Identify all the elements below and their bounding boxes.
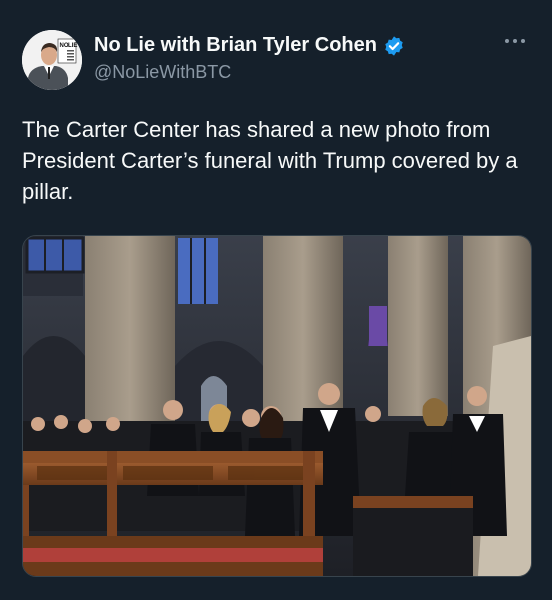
author-name-row: No Lie with Brian Tyler Cohen: [94, 34, 405, 57]
author-avatar[interactable]: NO LIE: [22, 30, 82, 90]
more-options-icon[interactable]: [504, 34, 526, 48]
funeral-photo-image: [23, 236, 531, 576]
tweet-text: The Carter Center has shared a new photo…: [22, 117, 518, 204]
avatar-image: NO LIE: [22, 30, 82, 90]
tweet-photo[interactable]: [22, 235, 532, 577]
tweet: NO LIE No Lie with Brian Tyler Cohen @No…: [0, 0, 552, 600]
author-display-name[interactable]: No Lie with Brian Tyler Cohen: [94, 34, 377, 57]
svg-text:LIE: LIE: [68, 43, 77, 49]
verified-badge-icon: [385, 35, 403, 56]
author-handle[interactable]: @NoLieWithBTC: [94, 62, 231, 83]
